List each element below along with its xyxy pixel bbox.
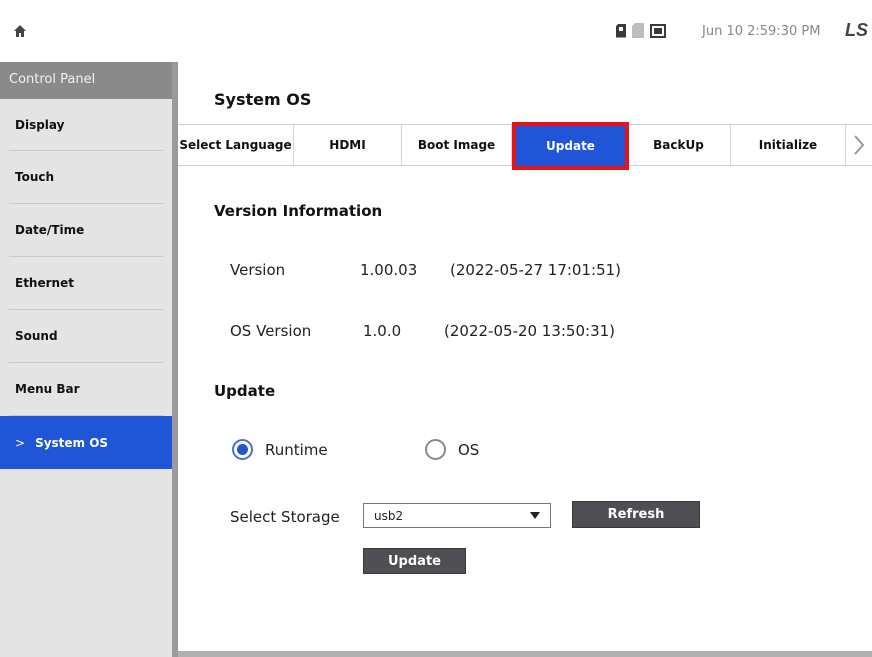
sidebar-item-label: Display bbox=[15, 117, 65, 132]
status-icons bbox=[616, 23, 666, 38]
chevron-right-icon: > bbox=[15, 435, 26, 450]
main-panel: System OS Select Language HDMI Boot Imag… bbox=[178, 62, 872, 657]
refresh-button[interactable]: Refresh bbox=[572, 501, 700, 528]
radio-os[interactable]: OS bbox=[425, 439, 479, 460]
update-button[interactable]: Update bbox=[363, 548, 466, 574]
sidebar-item-touch[interactable]: Touch bbox=[9, 151, 163, 204]
sidebar-item-display[interactable]: Display bbox=[9, 99, 163, 151]
usb-drive-icon bbox=[650, 23, 666, 38]
os-version-date: (2022-05-20 13:50:31) bbox=[444, 322, 616, 340]
radio-checked-icon[interactable] bbox=[232, 439, 253, 460]
version-value: 1.00.03 bbox=[360, 261, 418, 279]
sidebar-item-label: Ethernet bbox=[15, 276, 74, 290]
tab-boot-image[interactable]: Boot Image bbox=[402, 125, 512, 165]
sidebar-item-label: Date/Time bbox=[15, 223, 85, 237]
tab-update[interactable]: Update bbox=[512, 122, 629, 170]
home-icon[interactable] bbox=[13, 24, 27, 38]
sidebar-item-date-time[interactable]: Date/Time bbox=[9, 204, 163, 257]
update-heading: Update bbox=[214, 382, 276, 400]
clock-datetime: Jun 10 2:59:30 PM bbox=[702, 24, 821, 39]
sidebar-item-system-os[interactable]: > System OS bbox=[0, 416, 172, 469]
tab-backup[interactable]: BackUp bbox=[627, 125, 731, 165]
storage-select[interactable]: usb2 bbox=[363, 503, 551, 528]
sd-card-icon bbox=[616, 23, 626, 38]
sidebar-header: Control Panel bbox=[0, 62, 172, 99]
brand-logo: LS bbox=[845, 20, 869, 40]
storage-select-value: usb2 bbox=[374, 508, 404, 523]
sd-card-empty-icon bbox=[632, 23, 644, 38]
tab-select-language[interactable]: Select Language bbox=[178, 125, 294, 165]
tab-hdmi[interactable]: HDMI bbox=[294, 125, 402, 165]
sidebar-item-label: Touch bbox=[15, 170, 55, 184]
sidebar-item-sound[interactable]: Sound bbox=[9, 310, 163, 363]
chevron-right-icon bbox=[854, 135, 865, 155]
select-storage-label: Select Storage bbox=[230, 508, 340, 526]
radio-os-label: OS bbox=[458, 440, 480, 459]
tab-scroll-right-button[interactable] bbox=[846, 125, 872, 165]
version-info-heading: Version Information bbox=[214, 202, 383, 220]
tab-bar: Select Language HDMI Boot Image Update B… bbox=[178, 122, 872, 170]
os-version-value: 1.0.0 bbox=[363, 322, 402, 340]
top-bar: Jun 10 2:59:30 PM LS bbox=[0, 0, 872, 62]
tab-initialize[interactable]: Initialize bbox=[731, 125, 846, 165]
sidebar: Control Panel Display Touch Date/Time Et… bbox=[0, 62, 172, 657]
dropdown-arrow-icon bbox=[530, 512, 540, 519]
page-title: System OS bbox=[214, 90, 312, 109]
sidebar-item-label: Sound bbox=[15, 329, 58, 343]
radio-unchecked-icon[interactable] bbox=[425, 439, 446, 460]
sidebar-list: Display Touch Date/Time Ethernet Sound M… bbox=[0, 99, 172, 469]
version-label: Version bbox=[230, 261, 286, 279]
bottom-divider bbox=[178, 651, 872, 657]
sidebar-item-menu-bar[interactable]: Menu Bar bbox=[9, 363, 163, 416]
radio-runtime-label: Runtime bbox=[265, 440, 328, 459]
sidebar-item-ethernet[interactable]: Ethernet bbox=[9, 257, 163, 310]
os-version-label: OS Version bbox=[230, 322, 312, 340]
radio-runtime[interactable]: Runtime bbox=[232, 439, 328, 460]
sidebar-item-label: Menu Bar bbox=[15, 382, 80, 396]
version-date: (2022-05-27 17:01:51) bbox=[450, 261, 622, 279]
sidebar-item-label: System OS bbox=[35, 435, 109, 450]
